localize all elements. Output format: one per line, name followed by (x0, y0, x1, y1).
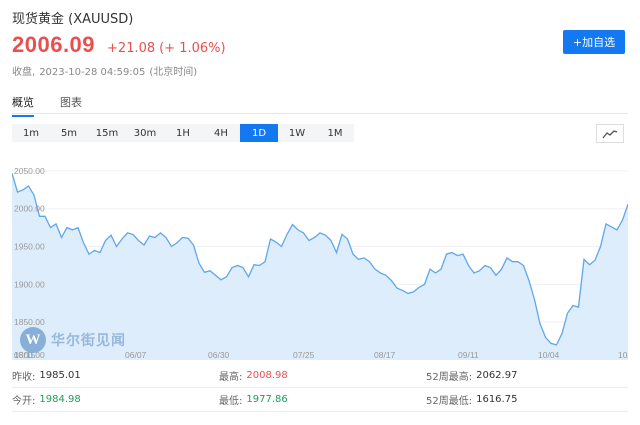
add-watchlist-button[interactable]: +加自选 (563, 30, 625, 54)
period-1w[interactable]: 1W (278, 124, 316, 142)
stat-value: 1616.75 (476, 394, 518, 405)
current-price: 2006.09 (12, 32, 96, 57)
stat-value: 1977.86 (246, 394, 288, 405)
stat-value: 1984.98 (39, 394, 81, 405)
y-tick-label: 2050.00 (14, 166, 45, 176)
change-value: +21.08 (107, 41, 156, 56)
status-timestamp: 2023-10-28 04:59:05 (39, 67, 146, 78)
period-15m[interactable]: 15m (88, 124, 126, 142)
line-chart-icon (602, 129, 618, 138)
price-change: +21.08 (+ 1.06%) (107, 41, 226, 56)
stat-label: 52周最低: (426, 396, 473, 407)
y-tick-label: 1850.00 (14, 317, 45, 327)
y-tick-label: 1900.00 (14, 279, 45, 289)
watermark-logo: W (20, 327, 46, 353)
stat-prev-close: 昨收: 1985.01 (12, 368, 219, 383)
period-1d[interactable]: 1D (240, 124, 278, 142)
stat-value: 2008.98 (246, 370, 288, 381)
x-tick-label: 10/2 (618, 350, 628, 360)
y-tick-label: 1950.00 (14, 242, 45, 252)
status-label: 收盘, (12, 67, 36, 78)
price-row: 2006.09 +21.08 (+ 1.06%) (12, 32, 226, 58)
x-tick-label: 09/11 (458, 350, 479, 360)
stat-open: 今开: 1984.98 (12, 392, 219, 407)
stat-label: 昨收: (12, 372, 36, 383)
period-1m[interactable]: 1m (12, 124, 50, 142)
stat-52w-high: 52周最高: 2062.97 (426, 368, 628, 383)
x-tick-label: 06/30 (208, 350, 230, 360)
x-tick-label: 06/07 (125, 350, 147, 360)
market-status: 收盘, 2023-10-28 04:59:05 (北京时间) (12, 63, 197, 78)
stat-label: 52周最高: (426, 372, 473, 383)
x-tick-label: 10/04 (538, 350, 560, 360)
stat-value: 1985.01 (39, 370, 81, 381)
stat-value: 2062.97 (476, 370, 518, 381)
change-percent: (+ 1.06%) (159, 41, 226, 56)
status-timezone: (北京时间) (149, 67, 198, 78)
x-tick-label: 07/25 (293, 350, 315, 360)
instrument-title: 现货黄金 (XAUUSD) (12, 12, 134, 27)
stat-label: 最高: (219, 372, 243, 383)
tabs-divider (12, 113, 628, 114)
header: 现货黄金 (XAUUSD) (12, 8, 133, 27)
y-tick-label: 2000.00 (14, 204, 45, 214)
stat-52w-low: 52周最低: 1616.75 (426, 392, 628, 407)
period-30m[interactable]: 30m (126, 124, 164, 142)
stats-row: 昨收: 1985.01 最高: 2008.98 52周最高: 2062.97 (12, 364, 628, 388)
watermark-text: 华尔街见闻 (51, 333, 126, 349)
period-selector: 1m 5m 15m 30m 1H 4H 1D 1W 1M (12, 124, 354, 142)
period-5m[interactable]: 5m (50, 124, 88, 142)
period-4h[interactable]: 4H (202, 124, 240, 142)
chart-type-button[interactable] (596, 124, 624, 143)
watermark: W 华尔街见闻 (20, 327, 126, 353)
x-tick-label: 08/17 (374, 350, 396, 360)
stat-low: 最低: 1977.86 (219, 392, 426, 407)
period-1h[interactable]: 1H (164, 124, 202, 142)
stats-row: 今开: 1984.98 最低: 1977.86 52周最低: 1616.75 (12, 388, 628, 412)
stat-high: 最高: 2008.98 (219, 368, 426, 383)
period-1mo[interactable]: 1M (316, 124, 354, 142)
stat-label: 最低: (219, 396, 243, 407)
stat-label: 今开: (12, 396, 36, 407)
stats-table: 昨收: 1985.01 最高: 2008.98 52周最高: 2062.97 今… (12, 364, 628, 412)
